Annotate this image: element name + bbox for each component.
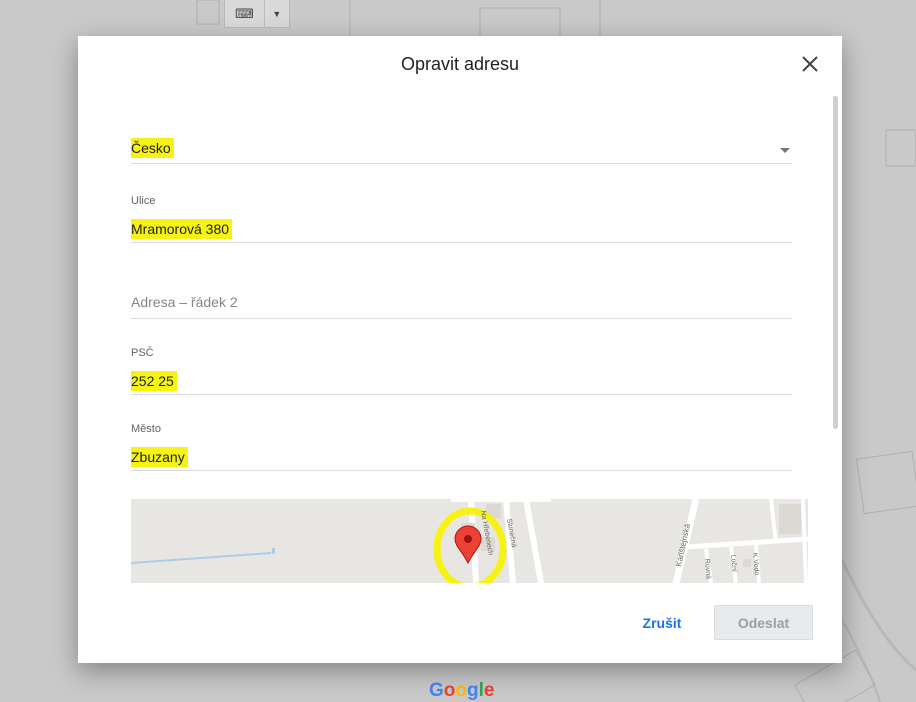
- caret-down-icon: [780, 148, 790, 153]
- keyboard-icon[interactable]: ⌨: [225, 6, 264, 22]
- street-field[interactable]: Ulice Mramorová 380: [131, 195, 792, 243]
- dialog-title: Opravit adresu: [400, 54, 520, 74]
- zip-label: PSČ: [131, 347, 154, 359]
- keyboard-tool[interactable]: ⌨ ▼: [224, 0, 290, 28]
- field-underline: [131, 163, 792, 164]
- street-label: Ulice: [131, 195, 156, 207]
- field-underline: [131, 242, 792, 243]
- country-select[interactable]: Česko: [131, 136, 792, 164]
- zip-input[interactable]: 252 25: [131, 371, 177, 391]
- map-preview[interactable]: Na Hřebenech Slunečná Karlštejnská Rovná…: [131, 499, 808, 583]
- cancel-button[interactable]: Zrušit: [626, 606, 698, 640]
- address-line-2-input[interactable]: Adresa – řádek 2: [131, 294, 238, 310]
- close-icon[interactable]: [798, 52, 822, 76]
- field-underline: [131, 470, 792, 471]
- scrollbar[interactable]: [833, 96, 838, 429]
- google-logo: Google: [429, 680, 495, 701]
- city-input[interactable]: Zbuzany: [131, 447, 188, 467]
- edit-address-dialog: Opravit adresu Česko Ulice Mramorová 380…: [78, 36, 842, 663]
- country-value: Česko: [131, 138, 174, 158]
- field-underline: [131, 394, 792, 395]
- city-label: Město: [131, 423, 161, 435]
- street-label-lucni: Luční: [729, 555, 737, 573]
- caret-down-icon[interactable]: ▼: [265, 9, 289, 19]
- zip-field[interactable]: PSČ 252 25: [131, 347, 792, 395]
- city-field[interactable]: Město Zbuzany: [131, 423, 792, 471]
- address-line-2-field[interactable]: Adresa – řádek 2: [131, 294, 792, 319]
- field-underline: [131, 318, 792, 319]
- submit-button[interactable]: Odeslat: [714, 605, 813, 640]
- street-input[interactable]: Mramorová 380: [131, 219, 233, 239]
